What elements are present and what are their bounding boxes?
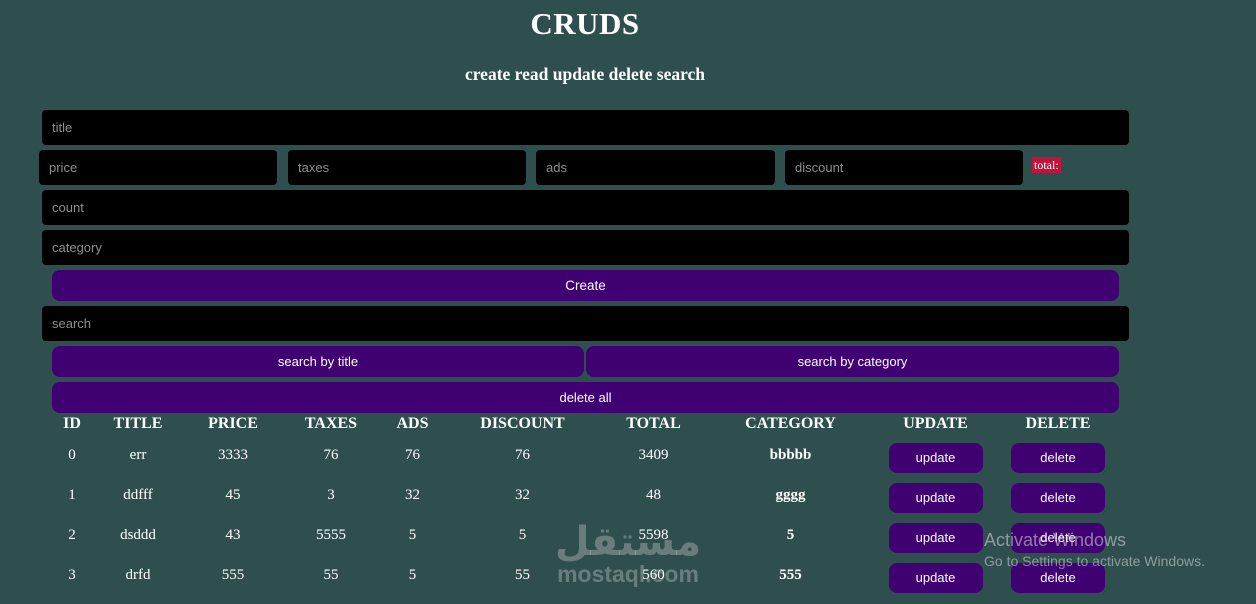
search-by-category-button[interactable]: search by category [586, 346, 1119, 377]
delete-button[interactable]: delete [1011, 523, 1105, 553]
table-row: 3 drfd 555 55 5 55 560 555 update delete [47, 555, 1114, 595]
products-table: ID TITLE PRICE TAXES ADS DISCOUNT TOTAL … [47, 413, 1114, 595]
update-button[interactable]: update [888, 523, 983, 553]
header-ads: ADS [396, 415, 429, 432]
cell-update: update [869, 515, 1002, 555]
cell-update: update [869, 555, 1002, 595]
taxes-input[interactable] [288, 150, 526, 185]
cell-title: ddfff [123, 486, 153, 503]
cell-discount: 32 [515, 486, 530, 503]
cell-total: 5598 [638, 526, 669, 543]
delete-button[interactable]: delete [1011, 443, 1105, 473]
header-id: ID [63, 415, 81, 432]
cell-price: 555 [221, 566, 245, 583]
create-button[interactable]: Create [52, 270, 1119, 301]
search-input[interactable] [42, 306, 1129, 341]
header-price: PRICE [208, 415, 258, 432]
update-button[interactable]: update [888, 443, 983, 473]
cell-taxes: 3 [327, 486, 335, 503]
cell-price: 3333 [218, 446, 248, 463]
cell-price: 45 [225, 486, 241, 503]
delete-all-button[interactable]: delete all [52, 382, 1119, 413]
cell-category: bbbbb [769, 446, 812, 463]
category-input[interactable] [42, 230, 1129, 265]
cell-ads: 32 [405, 486, 420, 503]
title-input[interactable] [42, 110, 1129, 145]
count-input[interactable] [42, 190, 1129, 225]
cell-ads: 76 [405, 446, 420, 463]
cell-taxes: 5555 [316, 526, 346, 543]
cell-discount: 55 [515, 566, 530, 583]
cell-taxes: 76 [323, 446, 339, 463]
total-badge: total: [1032, 157, 1061, 173]
table-row: 0 err 3333 76 76 76 3409 bbbbb update de… [47, 435, 1114, 475]
cell-title: err [129, 446, 147, 463]
cell-price: 43 [225, 526, 241, 543]
cell-category: gggg [775, 486, 806, 503]
update-button[interactable]: update [888, 483, 983, 513]
cell-discount: 76 [515, 446, 530, 463]
cell-delete: delete [1002, 435, 1114, 475]
cell-ads: 5 [408, 526, 417, 543]
header-taxes: TAXES [304, 415, 358, 432]
header-title: TITLE [113, 415, 163, 432]
cell-title: drfd [125, 566, 151, 583]
search-by-title-button[interactable]: search by title [52, 346, 584, 377]
cell-update: update [869, 435, 1002, 475]
header-discount: DISCOUNT [480, 415, 565, 432]
cell-id: 0 [68, 446, 76, 463]
cell-total: 560 [642, 566, 665, 583]
price-input[interactable] [39, 150, 277, 185]
cell-id: 1 [68, 486, 76, 503]
header-total: TOTAL [626, 415, 681, 432]
cell-taxes: 55 [323, 566, 339, 583]
cell-category: 5 [786, 526, 795, 543]
cell-update: update [869, 475, 1002, 515]
table-row: 2 dsddd 43 5555 5 5 5598 5 update delete [47, 515, 1114, 555]
cell-title: dsddd [120, 526, 156, 543]
crud-page: CRUDS create read update delete search t… [0, 0, 1256, 604]
header-category: CATEGORY [745, 415, 836, 432]
ads-input[interactable] [536, 150, 775, 185]
cell-id: 3 [68, 566, 76, 583]
cell-delete: delete [1002, 475, 1114, 515]
cell-category: 555 [779, 566, 802, 583]
discount-input[interactable] [785, 150, 1023, 185]
cell-total: 48 [646, 486, 661, 503]
cell-total: 3409 [638, 446, 669, 463]
table-row: 1 ddfff 45 3 32 32 48 gggg update delete [47, 475, 1114, 515]
header-update: UPDATE [903, 415, 968, 432]
header-delete: DELETE [1025, 415, 1091, 432]
cell-id: 2 [68, 526, 76, 543]
table-header-row: ID TITLE PRICE TAXES ADS DISCOUNT TOTAL … [47, 413, 1114, 435]
delete-button[interactable]: delete [1011, 483, 1105, 513]
cell-delete: delete [1002, 555, 1114, 595]
cell-delete: delete [1002, 515, 1114, 555]
page-title: CRUDS [530, 6, 640, 41]
page-subtitle: create read update delete search [464, 64, 706, 84]
cell-ads: 5 [408, 566, 417, 583]
update-button[interactable]: update [888, 563, 983, 593]
cell-discount: 5 [518, 526, 527, 543]
delete-button[interactable]: delete [1011, 563, 1105, 593]
